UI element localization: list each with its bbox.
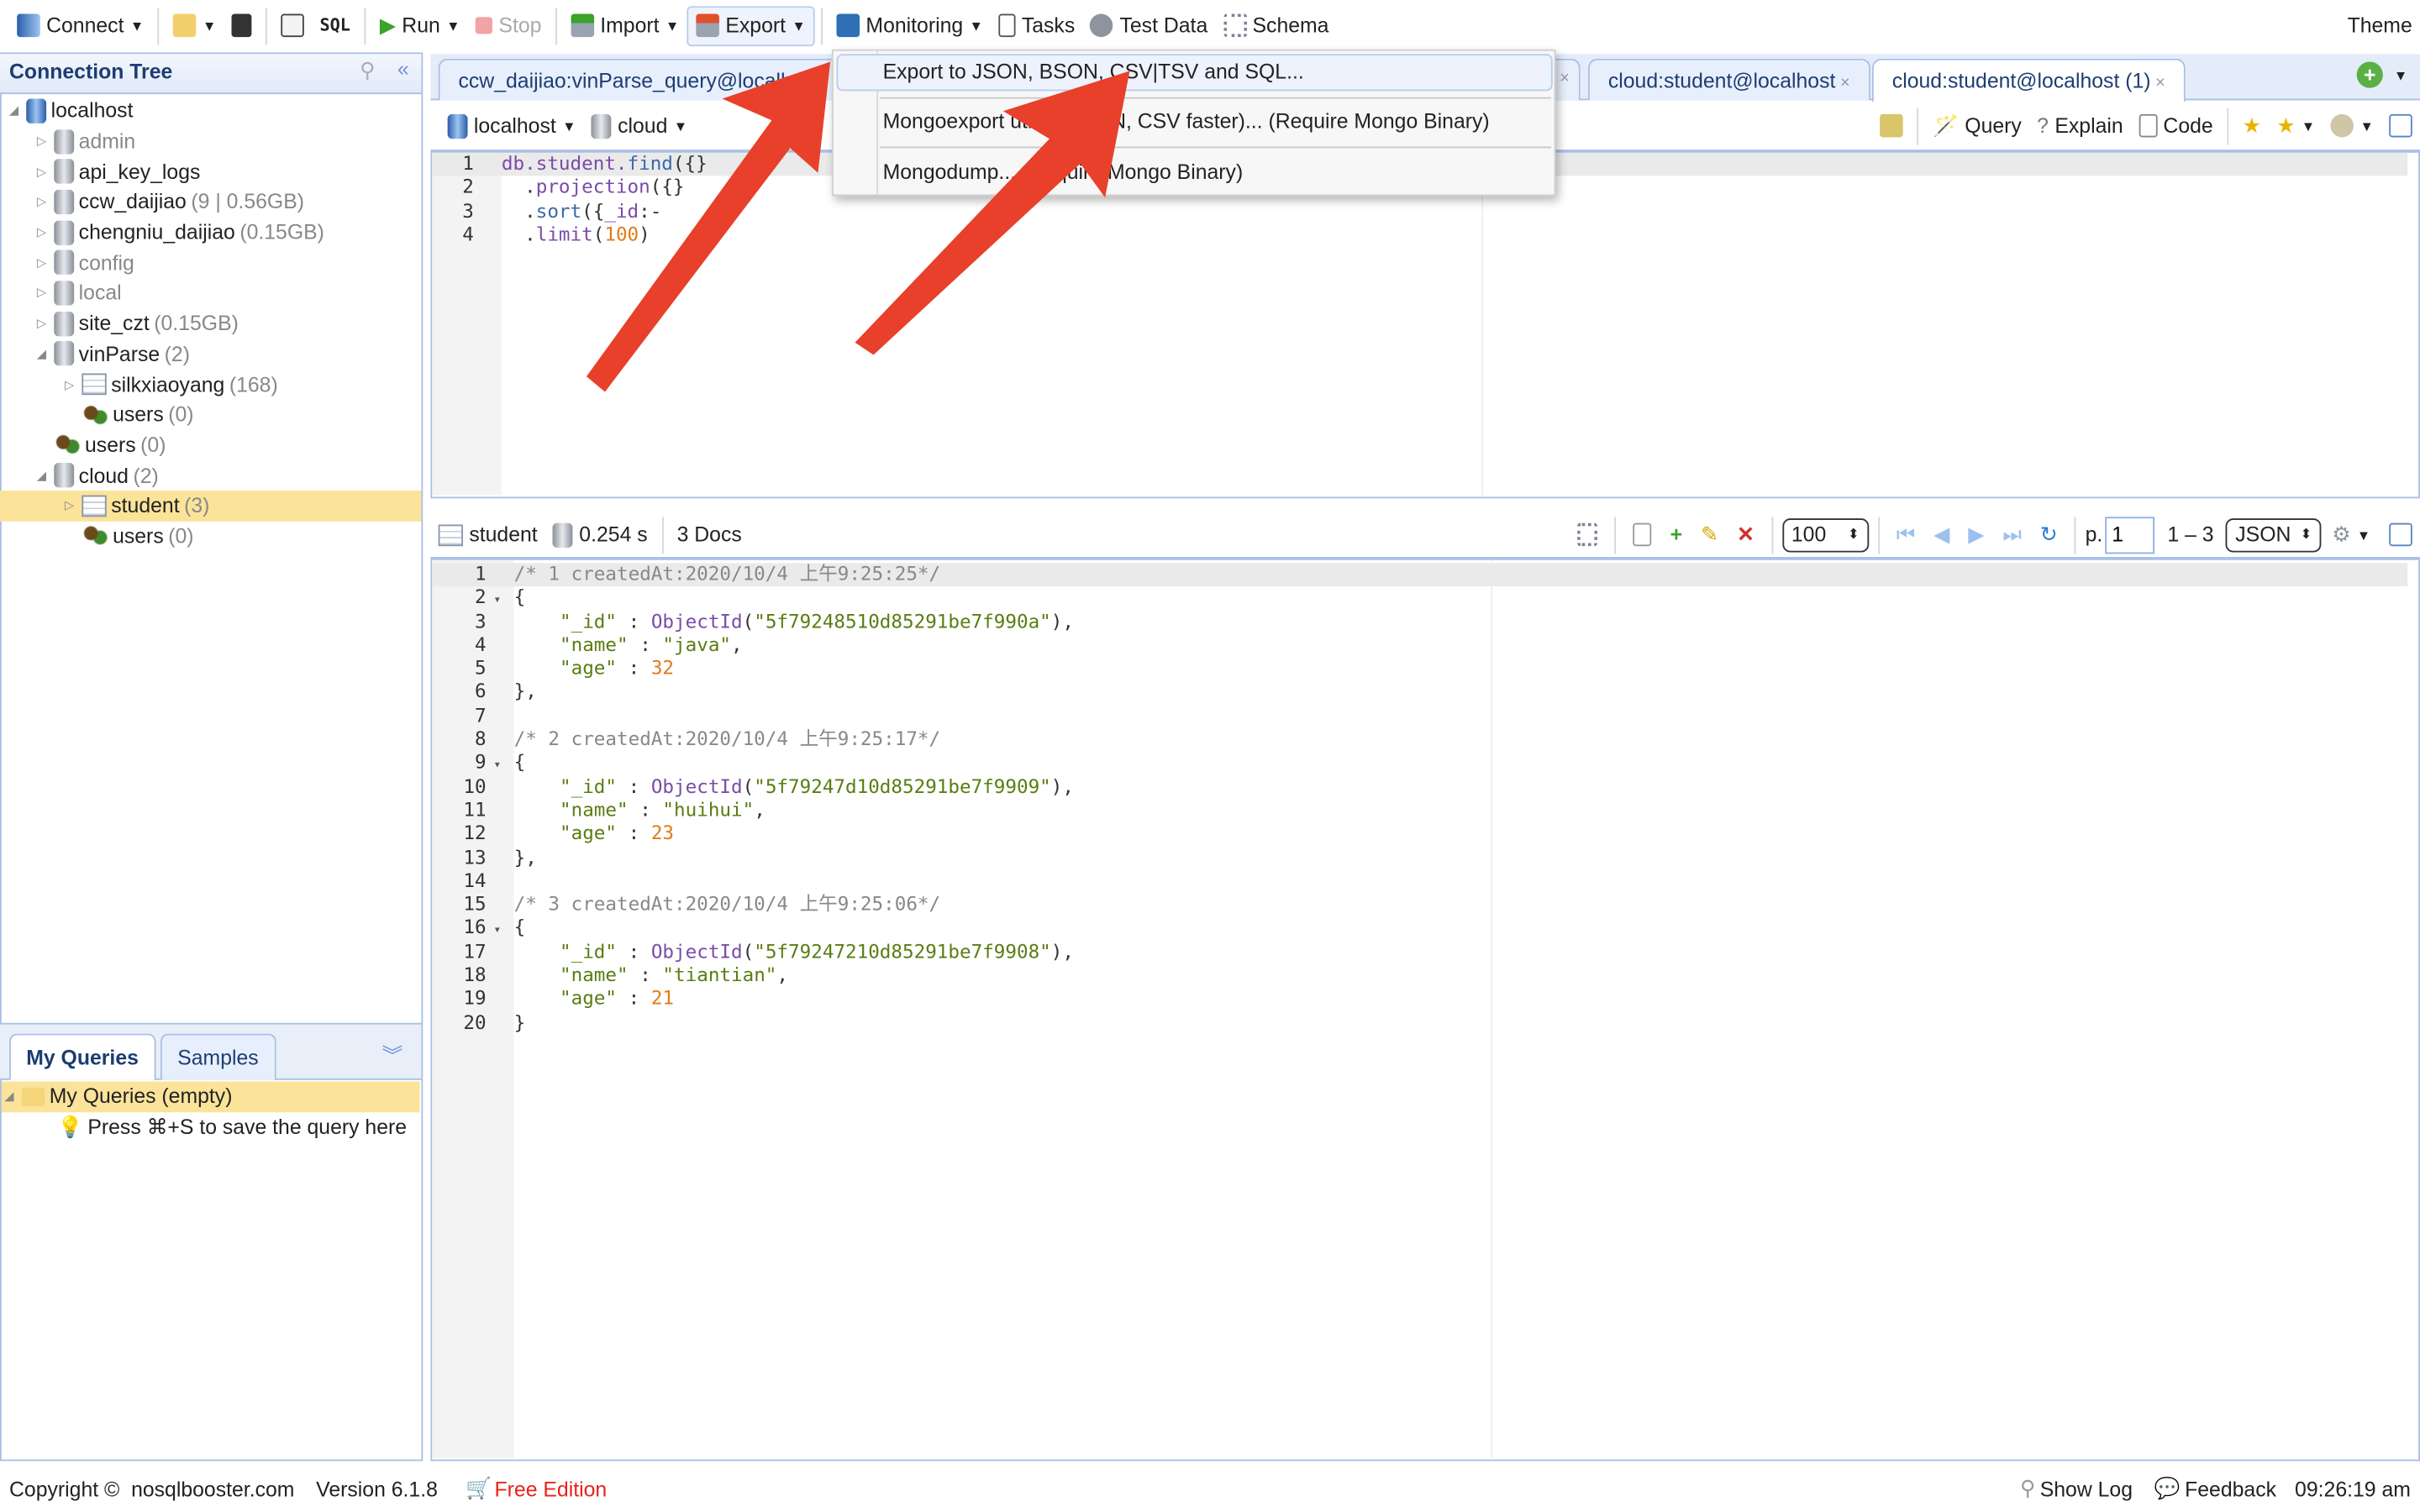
annotation-arrows <box>586 61 1130 392</box>
red-arrow-2 <box>855 71 1130 355</box>
red-arrow-1 <box>586 61 831 392</box>
app-window: Connect ▼ ▼ SQL ▶ Run ▼ Stop Import ▼ Export… <box>0 0 2420 1512</box>
